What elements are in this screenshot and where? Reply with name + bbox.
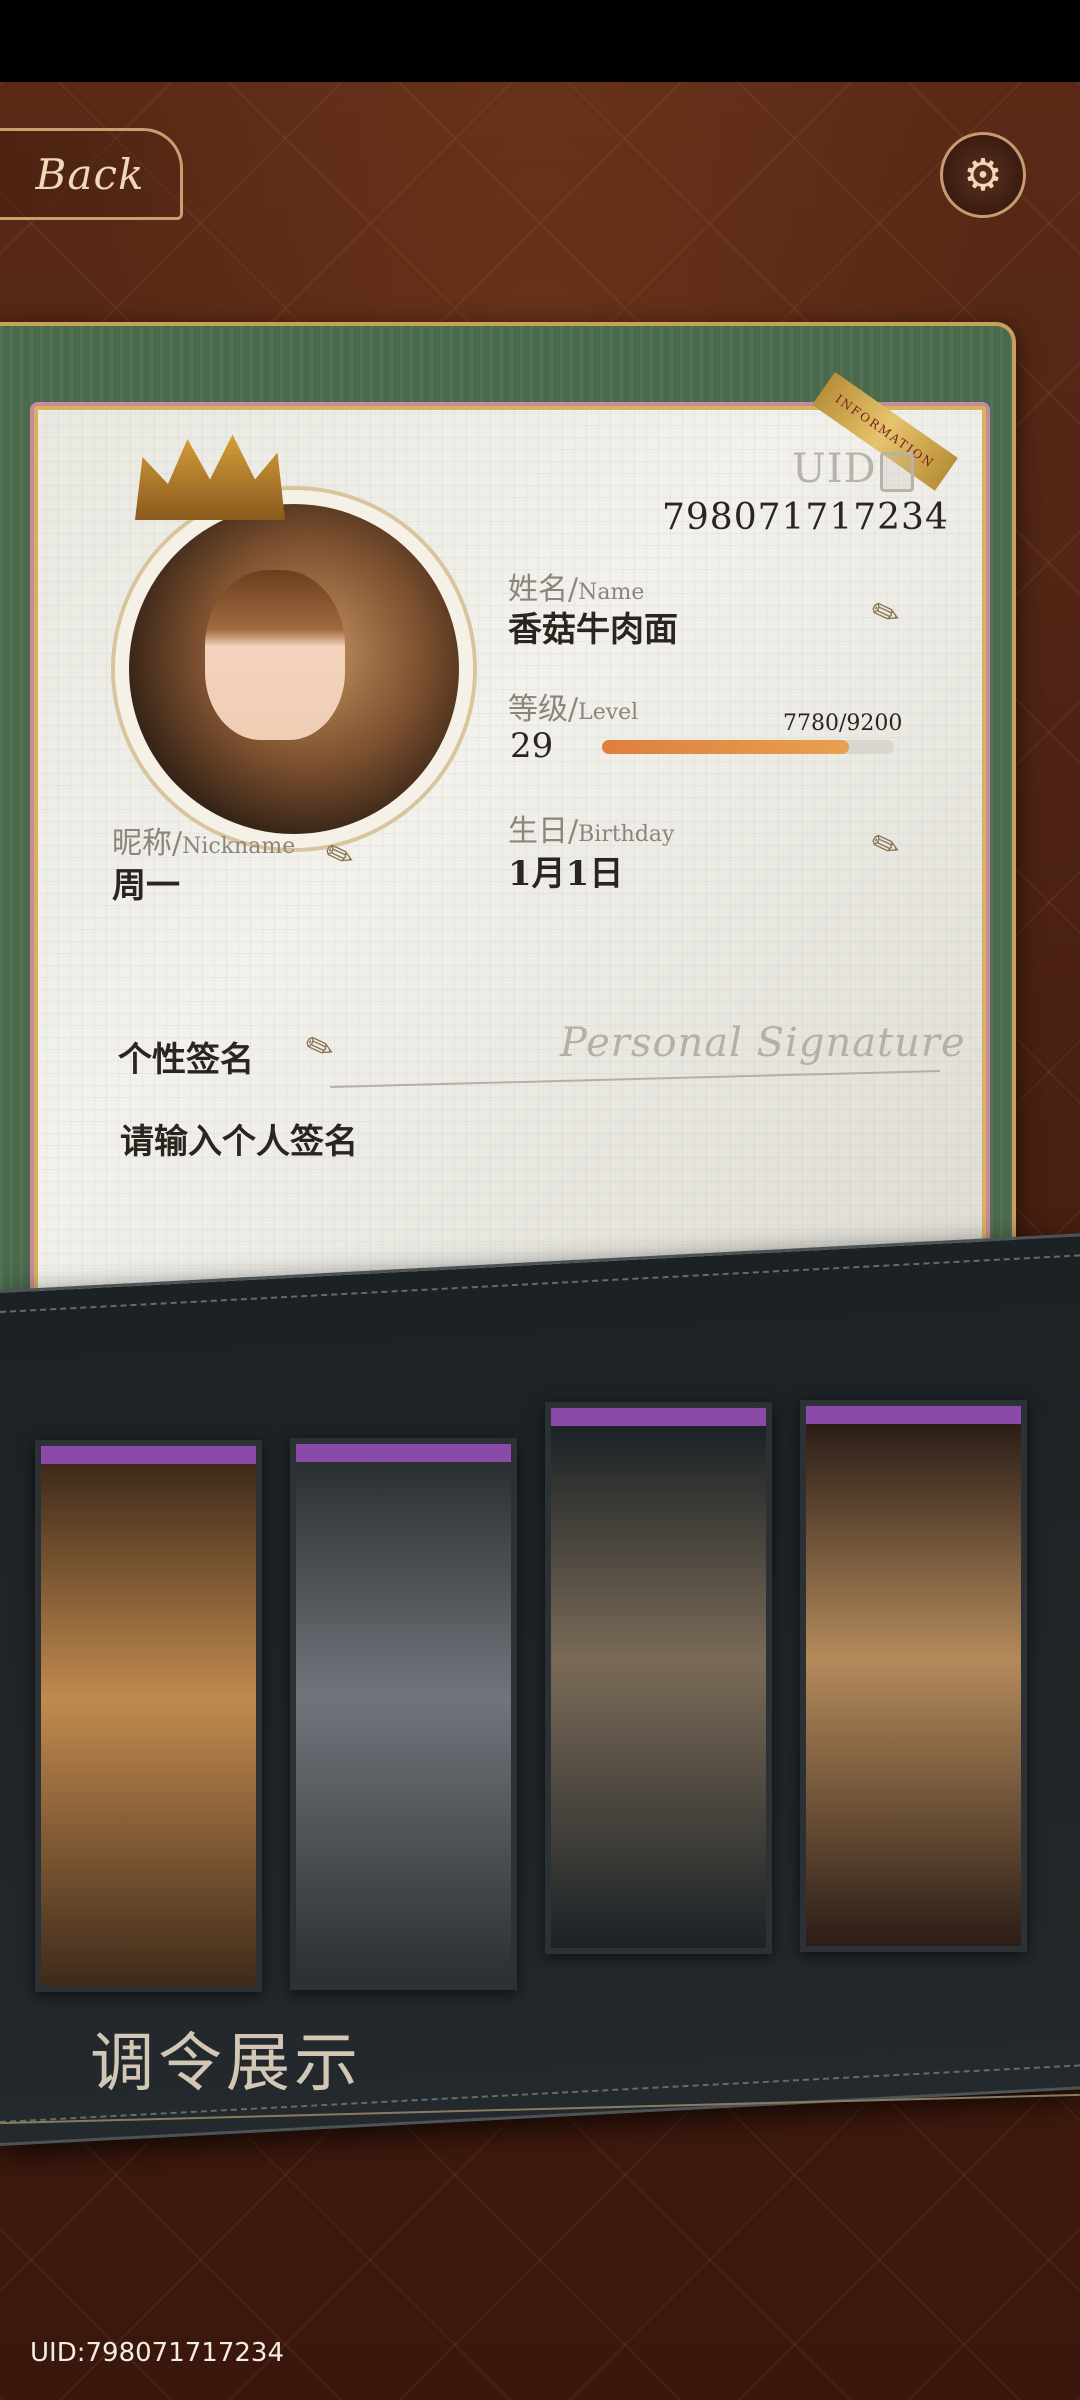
gallery-card-3[interactable] bbox=[545, 1402, 772, 1954]
gallery-card-2[interactable] bbox=[290, 1438, 517, 1990]
gallery-card-art bbox=[806, 1424, 1021, 1946]
gallery-card-1[interactable] bbox=[35, 1440, 262, 1992]
avatar-portrait bbox=[205, 570, 345, 740]
name-value: 香菇牛肉面 bbox=[508, 610, 678, 650]
avatar[interactable] bbox=[115, 430, 473, 848]
gallery-card-art bbox=[296, 1462, 511, 1984]
level-label-en: Level bbox=[578, 700, 639, 725]
footer-uid: UID:798071717234 bbox=[30, 2338, 284, 2368]
birthday-label-zh: 生日/ bbox=[508, 814, 579, 849]
level-progress-fill bbox=[602, 740, 850, 754]
uid-label: UID bbox=[792, 446, 877, 492]
level-value: 29 bbox=[510, 726, 554, 766]
birthday-label: 生日/Birthday bbox=[508, 806, 674, 850]
nickname-value: 周一 bbox=[112, 866, 180, 906]
uid-value: 798071717234 bbox=[662, 497, 949, 538]
gear-icon: ⚙ bbox=[963, 149, 1003, 201]
level-label: 等级/Level bbox=[508, 684, 638, 728]
level-progress-text: 7780/9200 bbox=[783, 711, 903, 736]
nickname-label-zh: 昵称/ bbox=[112, 826, 183, 861]
gallery-card-art bbox=[41, 1464, 256, 1986]
signature-script: Personal Signature bbox=[560, 1020, 966, 1066]
signature-title: 个性签名 bbox=[118, 1040, 254, 1080]
gallery-title: 调令展示 bbox=[90, 2027, 362, 2101]
birthday-value: 1月1日 bbox=[508, 854, 624, 894]
crown-icon bbox=[135, 434, 285, 520]
level-progress-bar bbox=[602, 740, 894, 754]
gallery-card-4[interactable] bbox=[800, 1400, 1027, 1952]
birthday-label-en: Birthday bbox=[578, 822, 675, 847]
nickname-label-en: Nickname bbox=[182, 834, 296, 859]
back-button[interactable]: Back bbox=[0, 128, 183, 220]
settings-button[interactable]: ⚙ bbox=[940, 132, 1026, 218]
gallery-card-stripe bbox=[806, 1406, 1021, 1424]
gallery-card-stripe bbox=[551, 1408, 766, 1426]
gallery-card-art bbox=[551, 1426, 766, 1948]
gallery-card-stripe bbox=[41, 1446, 256, 1464]
level-label-zh: 等级/ bbox=[508, 692, 579, 727]
signature-input[interactable]: 请输入个人签名 bbox=[120, 1114, 358, 1163]
gallery-card-stripe bbox=[296, 1444, 511, 1462]
copy-icon[interactable] bbox=[880, 452, 914, 492]
back-button-label: Back bbox=[35, 149, 145, 199]
nickname-label: 昵称/Nickname bbox=[112, 818, 295, 862]
